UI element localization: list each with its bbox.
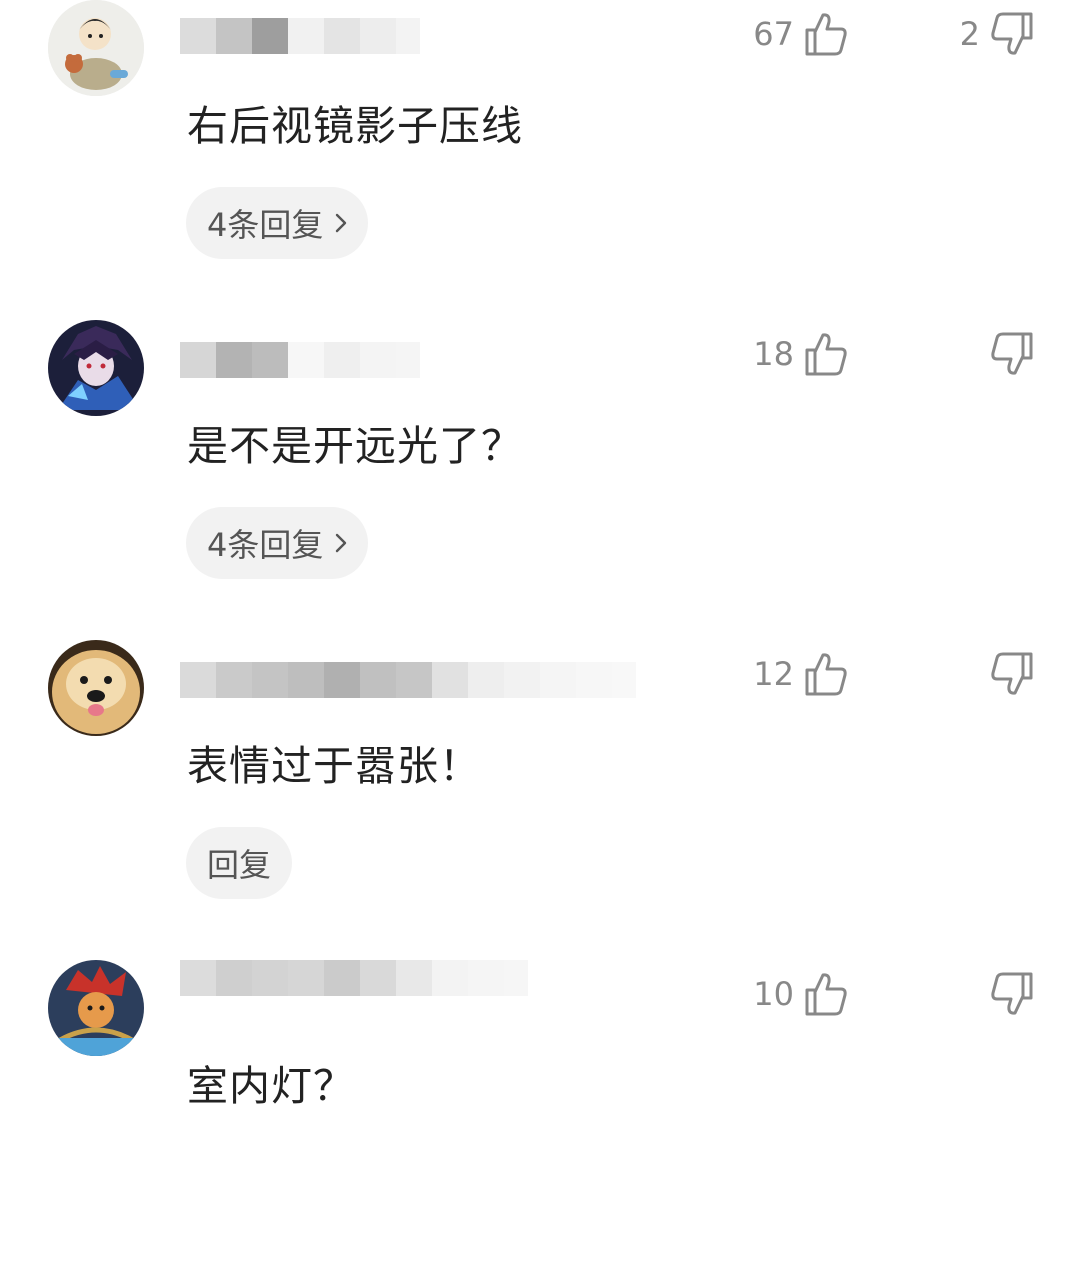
like-count: 18 <box>753 335 794 373</box>
comment-text: 表情过于嚣张！ <box>187 742 481 790</box>
avatar-anime-character-image <box>48 320 144 416</box>
comment-item: 18 是不是开远光了？ 4条回复 <box>0 320 1080 640</box>
like-count: 67 <box>753 15 794 53</box>
thumbs-up-icon[interactable] <box>804 970 848 1018</box>
like-control[interactable]: 18 <box>753 330 848 378</box>
reply-count-label: 4条回复 <box>207 206 324 244</box>
comment-item: 12 表情过于嚣张！ 回复 <box>0 640 1080 960</box>
thumbs-down-icon[interactable] <box>990 10 1034 58</box>
thumbs-down-icon[interactable] <box>990 970 1034 1018</box>
thumbs-down-icon[interactable] <box>990 650 1034 698</box>
comment-item: 67 2 右后视镜影子压线 4条回复 <box>0 0 1080 320</box>
thumbs-up-icon[interactable] <box>804 650 848 698</box>
username-blurred[interactable] <box>180 960 528 996</box>
username-blurred[interactable] <box>180 18 420 54</box>
user-avatar[interactable] <box>48 640 144 736</box>
chevron-right-icon <box>336 213 347 233</box>
like-count: 12 <box>753 655 794 693</box>
comment-text: 右后视镜影子压线 <box>187 102 523 150</box>
avatar-dog-image <box>48 640 144 736</box>
user-avatar[interactable] <box>48 320 144 416</box>
thumbs-up-icon[interactable] <box>804 330 848 378</box>
thumbs-up-icon[interactable] <box>804 10 848 58</box>
reply-count-label: 4条回复 <box>207 526 324 564</box>
avatar-cartoon-boy-image <box>48 0 144 96</box>
like-control[interactable]: 10 <box>753 970 848 1018</box>
like-count: 10 <box>753 975 794 1013</box>
like-control[interactable]: 12 <box>753 650 848 698</box>
comment-item: 10 室内灯？ <box>0 960 1080 1280</box>
like-control[interactable]: 67 <box>753 10 848 58</box>
view-replies-button[interactable]: 4条回复 <box>186 187 369 259</box>
comment-text: 是不是开远光了？ <box>187 422 523 470</box>
user-avatar[interactable] <box>48 0 144 96</box>
dislike-control[interactable] <box>990 330 1034 378</box>
dislike-control[interactable]: 2 <box>960 10 1034 58</box>
avatar-monkey-king-image <box>48 960 144 1056</box>
reply-label: 回复 <box>207 846 272 884</box>
username-blurred[interactable] <box>180 662 636 698</box>
user-avatar[interactable] <box>48 960 144 1056</box>
reply-button[interactable]: 回复 <box>186 827 293 899</box>
comment-text: 室内灯？ <box>187 1062 355 1110</box>
chevron-right-icon <box>336 533 347 553</box>
dislike-control[interactable] <box>990 970 1034 1018</box>
dislike-count: 2 <box>959 15 980 53</box>
dislike-control[interactable] <box>990 650 1034 698</box>
view-replies-button[interactable]: 4条回复 <box>186 507 369 579</box>
username-blurred[interactable] <box>180 342 420 378</box>
thumbs-down-icon[interactable] <box>990 330 1034 378</box>
